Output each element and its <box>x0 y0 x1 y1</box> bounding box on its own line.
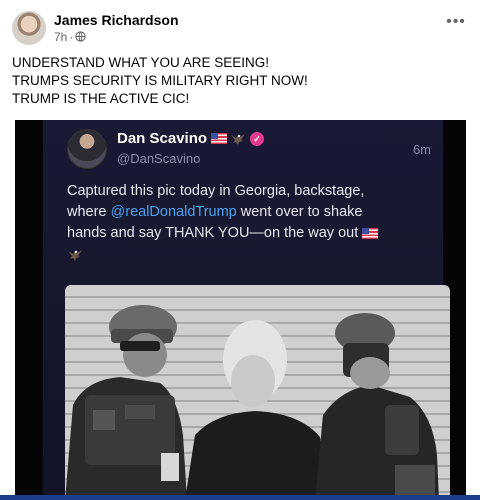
tweet-text: Captured this pic today in Georgia, back… <box>67 181 437 264</box>
embedded-tweet: Dan Scavino ✓ @DanScavino 6m Captured th… <box>43 120 450 500</box>
tweet-emoji-line <box>67 246 437 264</box>
tweet-author-avatar <box>67 129 107 169</box>
eagle-icon <box>231 133 246 145</box>
tweet-text-line: hands and say THANK YOU—on the way out <box>67 223 437 244</box>
us-flag-icon <box>211 133 228 144</box>
post-text-line: UNDERSTAND WHAT YOU ARE SEEING! <box>12 55 270 70</box>
author-block: James Richardson 7h · <box>54 12 179 45</box>
tweet-photo <box>65 285 450 500</box>
post-time[interactable]: 7h <box>54 29 67 45</box>
tweet-text-segment: hands and say THANK YOU—on the way out <box>67 225 359 241</box>
post-text-line: TRUMPS SECURITY IS MILITARY RIGHT NOW! <box>12 73 308 88</box>
globe-icon <box>75 31 86 42</box>
author-name[interactable]: James Richardson <box>54 12 179 29</box>
us-flag-icon <box>362 228 379 239</box>
bottom-accent-bar <box>0 495 480 500</box>
tweet-time: 6m <box>412 142 431 157</box>
tweet-name-row: Dan Scavino ✓ <box>117 130 265 147</box>
verified-badge-icon: ✓ <box>250 131 265 146</box>
photo-scene <box>65 305 439 500</box>
meta-separator: · <box>69 29 74 44</box>
eagle-icon <box>68 250 82 261</box>
tweet-text-line: Captured this pic today in Georgia, back… <box>67 183 365 199</box>
post-text-line: TRUMP IS THE ACTIVE CIC! <box>12 91 190 106</box>
more-options-button[interactable]: ••• <box>442 10 470 34</box>
post-image[interactable]: Dan Scavino ✓ @DanScavino 6m Captured th… <box>15 120 466 500</box>
tweet-text-line: where @realDonaldTrump went over to shak… <box>67 202 437 223</box>
author-avatar[interactable] <box>12 11 46 45</box>
tweet-handle: @DanScavino <box>117 151 201 166</box>
post-meta: 7h · <box>54 29 179 45</box>
post-header: James Richardson 7h · <box>12 8 179 48</box>
facebook-post: James Richardson 7h · ••• UNDERSTAND WHA… <box>0 0 480 500</box>
post-text: UNDERSTAND WHAT YOU ARE SEEING! TRUMPS S… <box>12 54 468 108</box>
tweet-text-segment: went over to shake <box>236 204 363 220</box>
tweet-mention: @realDonaldTrump <box>110 204 237 220</box>
tweet-author-name: Dan Scavino <box>117 130 208 147</box>
tweet-text-segment: where <box>67 204 111 220</box>
